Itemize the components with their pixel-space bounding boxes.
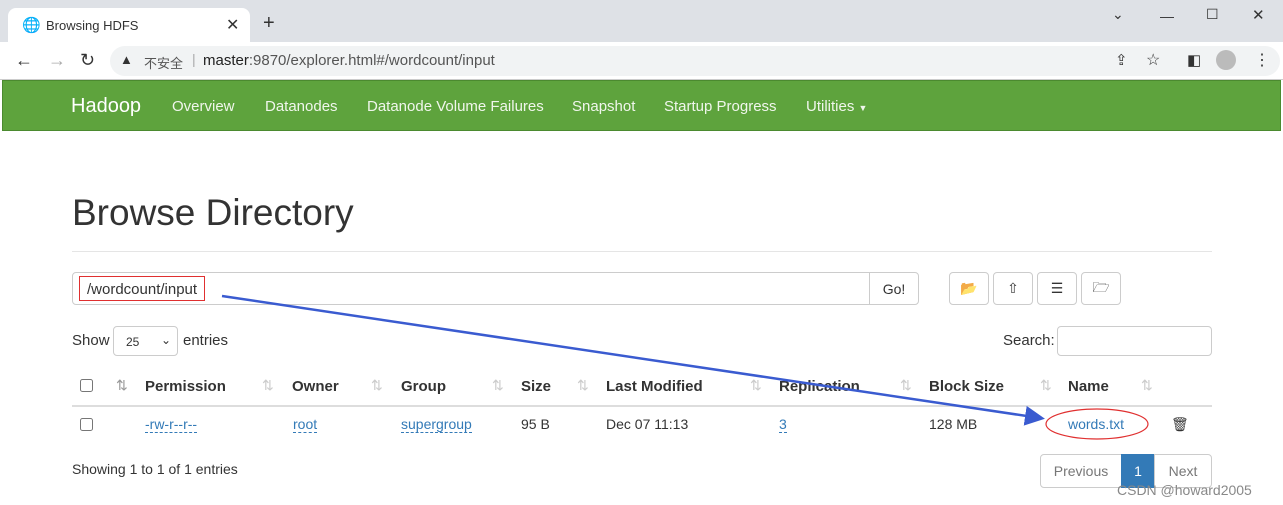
col-block-size[interactable]: Block Size [929, 378, 1004, 395]
entries-value: 25 [126, 335, 140, 349]
chevron-down-icon: ⌄ [160, 333, 171, 347]
folder-open-icon: 📂 [960, 280, 978, 296]
previous-button[interactable]: Previous [1040, 454, 1122, 488]
sidebar-icon[interactable]: ◧ [1187, 51, 1201, 69]
url-host: master [203, 52, 249, 69]
entries-select[interactable]: 25 ⌄ [113, 326, 178, 356]
col-group[interactable]: Group [401, 378, 446, 395]
close-window-icon[interactable]: ✕ [1252, 6, 1265, 24]
file-name-link[interactable]: words.txt [1068, 416, 1124, 432]
divider [72, 251, 1212, 252]
divider: | [192, 51, 196, 67]
modified-cell: Dec 07 11:13 [606, 416, 689, 432]
upload-button[interactable]: ⇧ [993, 272, 1033, 305]
minimize-icon[interactable]: — [1160, 8, 1174, 24]
forward-icon[interactable]: → [48, 50, 66, 71]
watermark: CSDN @howard2005 [1117, 482, 1252, 498]
tab-title: Browsing HDFS [46, 18, 139, 33]
nav-utilities-label: Utilities [806, 98, 855, 115]
replication-cell[interactable]: 3 [779, 416, 787, 433]
address-bar[interactable]: ▲ 不安全 | master:9870/explorer.html#/wordc… [110, 46, 1280, 76]
sort-icon[interactable]: ⇅ [371, 377, 383, 394]
profile-avatar[interactable] [1216, 50, 1236, 70]
size-cell: 95 B [521, 416, 550, 432]
path-input[interactable]: /wordcount/input [72, 272, 870, 305]
col-size[interactable]: Size [521, 378, 551, 395]
owner-cell[interactable]: root [293, 416, 318, 433]
col-owner[interactable]: Owner [292, 378, 339, 395]
reload-icon[interactable]: ↻ [80, 50, 95, 71]
list-button[interactable]: ☰ [1037, 272, 1077, 305]
nav-snapshot[interactable]: Snapshot [572, 98, 635, 115]
sort-icon[interactable]: ⇅ [1040, 377, 1052, 394]
close-tab-icon[interactable]: ✕ [226, 15, 239, 35]
sort-icon[interactable]: ⇅ [492, 377, 504, 394]
table-info: Showing 1 to 1 of 1 entries [72, 461, 238, 477]
sort-icon[interactable]: ⇅ [1141, 377, 1153, 394]
new-folder-button[interactable]: 🗁 [1081, 272, 1121, 305]
col-name[interactable]: Name [1068, 378, 1109, 395]
list-icon: ☰ [1050, 280, 1064, 296]
group-cell[interactable]: supergroup [401, 416, 472, 433]
navbar: Hadoop Overview Datanodes Datanode Volum… [2, 80, 1281, 131]
col-replication[interactable]: Replication [779, 378, 860, 395]
select-all-checkbox[interactable] [80, 379, 93, 392]
nav-overview[interactable]: Overview [172, 98, 235, 115]
minimize-chevron-icon[interactable]: ⌄ [1112, 6, 1124, 23]
url-path: :9870/explorer.html#/wordcount/input [248, 52, 495, 69]
search-label: Search: [1003, 332, 1055, 349]
path-value: /wordcount/input [79, 276, 206, 301]
maximize-icon[interactable]: ☐ [1206, 6, 1219, 23]
star-icon[interactable]: ☆ [1146, 50, 1160, 70]
back-icon[interactable]: ← [15, 50, 33, 71]
col-permission[interactable]: Permission [145, 378, 226, 395]
warning-icon: ▲ [120, 52, 133, 67]
share-icon[interactable]: ⇪ [1115, 51, 1128, 69]
nav-datanodes[interactable]: Datanodes [265, 98, 338, 115]
page-title: Browse Directory [72, 192, 354, 233]
permission-cell[interactable]: -rw-r--r-- [145, 416, 198, 433]
sort-icon[interactable]: ⇅ [750, 377, 762, 394]
brand[interactable]: Hadoop [71, 95, 141, 118]
folder-plus-icon: 🗁 [1092, 278, 1110, 295]
row-checkbox[interactable] [80, 418, 93, 431]
search-input[interactable] [1057, 326, 1212, 356]
sort-icon[interactable]: ⇅ [577, 377, 589, 394]
url: master:9870/explorer.html#/wordcount/inp… [203, 52, 495, 69]
nav-utilities[interactable]: Utilities ▼ [806, 98, 867, 115]
block-size-cell: 128 MB [929, 416, 978, 432]
entries-label: entries [183, 332, 229, 349]
nav-volume-failures[interactable]: Datanode Volume Failures [367, 98, 544, 115]
browser-tab[interactable]: 🌐 Browsing HDFS ✕ [8, 8, 250, 42]
sort-icon[interactable]: ⇅ [900, 377, 912, 394]
folder-open-button[interactable]: 📂 [949, 272, 989, 305]
go-button[interactable]: Go! [869, 272, 919, 305]
show-label: Show [72, 332, 110, 349]
header-divider [72, 405, 1212, 407]
nav-startup-progress[interactable]: Startup Progress [664, 98, 777, 115]
security-label: 不安全 [144, 56, 184, 71]
col-last-modified[interactable]: Last Modified [606, 378, 703, 395]
annotation-arrow [221, 294, 1045, 426]
new-tab-icon[interactable]: + [263, 12, 275, 35]
menu-icon[interactable]: ⋮ [1254, 50, 1270, 70]
sort-icon[interactable]: ⇅ [116, 377, 128, 394]
sort-icon[interactable]: ⇅ [262, 377, 274, 394]
caret-icon: ▼ [858, 103, 868, 113]
trash-icon[interactable]: 🗑 [1171, 416, 1189, 433]
cloud-upload-icon: ⇧ [1007, 280, 1019, 296]
globe-icon: 🌐 [22, 17, 41, 34]
